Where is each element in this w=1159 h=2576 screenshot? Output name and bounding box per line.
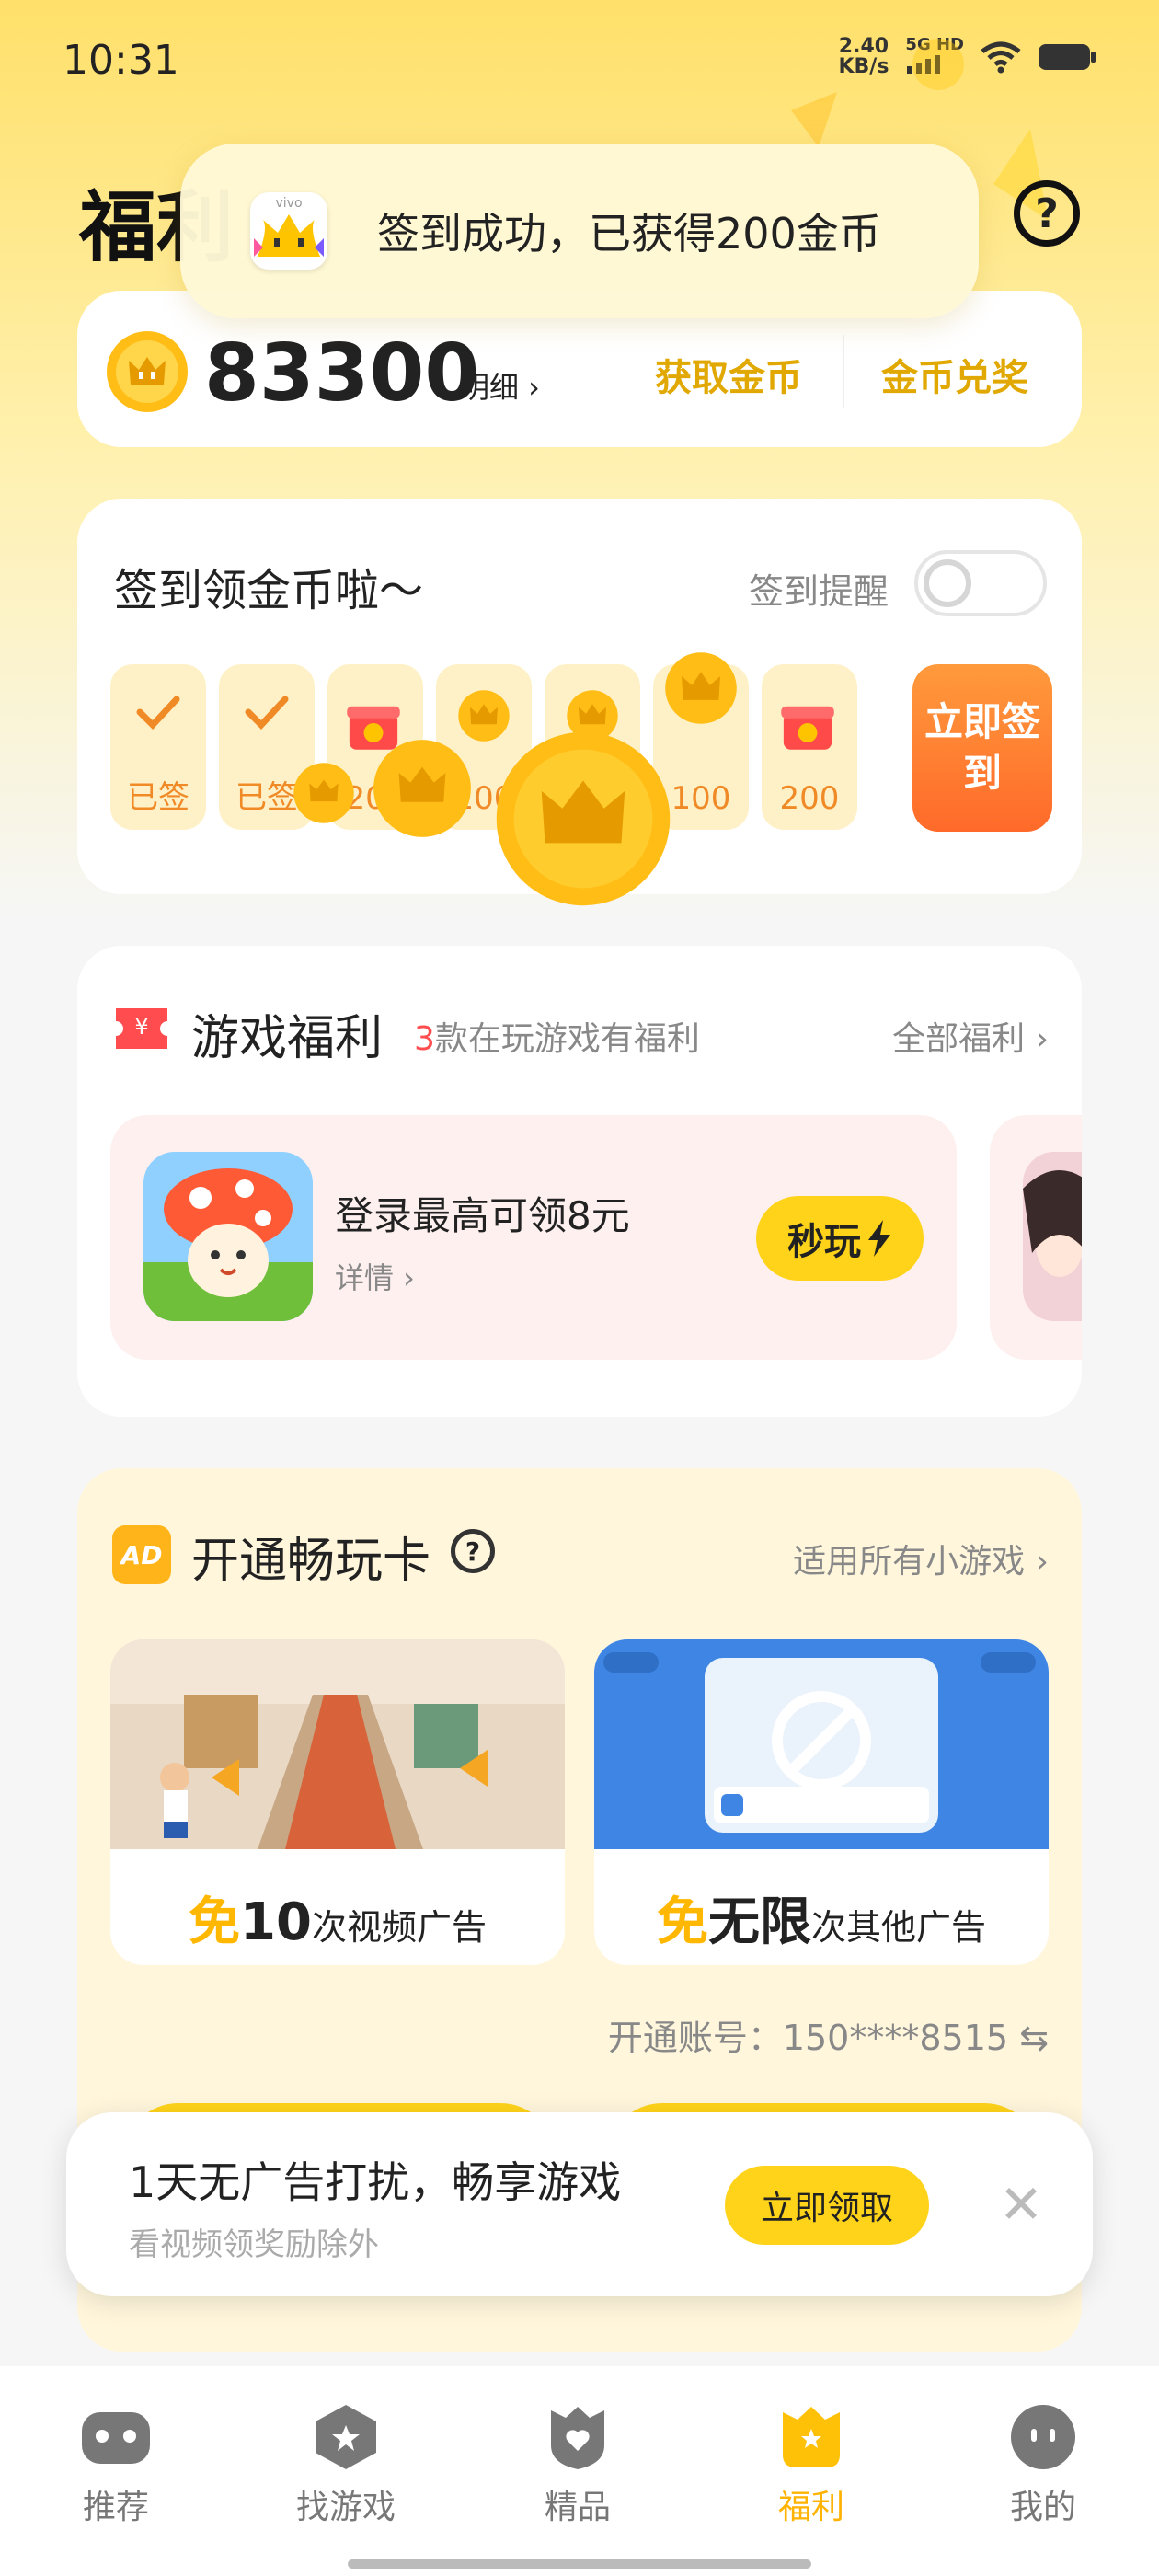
checkin-day-7: 200 xyxy=(762,664,857,830)
banner-title: 1天无广告打扰，畅享游戏 xyxy=(129,2157,622,2207)
star-hexagon-icon xyxy=(316,2405,376,2469)
svg-text:¥: ¥ xyxy=(134,1014,148,1040)
game-thumbnail xyxy=(143,1152,313,1321)
promo-title: 登录最高可领8元 xyxy=(335,1193,630,1238)
adfree-title: 开通畅玩卡 xyxy=(191,1534,431,1589)
checkin-title: 签到领金币啦～ xyxy=(114,565,424,616)
check-icon xyxy=(136,696,180,730)
redeem-coins-link[interactable]: 金币兑奖 xyxy=(881,348,1028,401)
flying-coin-icon xyxy=(496,731,671,906)
home-indicator[interactable] xyxy=(348,2559,811,2569)
help-icon[interactable]: ? xyxy=(451,1529,495,1573)
shield-heart-icon xyxy=(551,2407,604,2469)
promo-detail-link[interactable]: 详情 › xyxy=(335,1255,415,1297)
no-ads-illustration xyxy=(594,1639,1049,1849)
lightning-icon xyxy=(868,1220,890,1257)
face-icon xyxy=(1011,2405,1075,2469)
coin-icon xyxy=(665,652,737,724)
close-icon[interactable]: ✕ xyxy=(990,2173,1052,2236)
checkin-remind-label: 签到提醒 xyxy=(749,571,889,612)
help-icon[interactable]: ? xyxy=(1014,180,1080,247)
get-coins-link[interactable]: 获取金币 xyxy=(655,348,802,401)
toast-message: 签到成功，已获得200金币 xyxy=(377,209,881,259)
checkin-day-1: 已签 xyxy=(110,664,206,830)
check-icon xyxy=(245,696,289,730)
ticket-icon: ¥ xyxy=(116,1008,167,1049)
status-time: 10:31 xyxy=(63,37,179,84)
benefit-video-ads: 免10次视频广告 xyxy=(110,1639,565,1965)
gamepad-icon xyxy=(82,2412,150,2464)
gift-icon xyxy=(781,706,834,750)
claim-now-button[interactable]: 立即领取 xyxy=(725,2166,929,2245)
flying-coin-icon xyxy=(373,740,471,837)
bottom-nav: 推荐 找游戏 精品 福利 我的 xyxy=(0,2366,1159,2576)
benefit-other-ads: 免无限次其他广告 xyxy=(594,1639,1049,1965)
runner-game-illustration xyxy=(110,1639,565,1849)
checkin-remind-toggle[interactable] xyxy=(914,550,1047,616)
game-promo-card[interactable]: 登录最高可领8元 详情 › 秒玩 xyxy=(110,1115,957,1360)
checkin-success-toast: vivo 签到成功，已获得200金币 xyxy=(180,144,979,318)
nav-item-welfare[interactable]: 福利 xyxy=(738,2403,885,2528)
account-switch[interactable]: 开通账号：150****8515 ⇆ xyxy=(608,2009,1049,2060)
game-promo-card-2[interactable] xyxy=(990,1115,1082,1360)
coin-detail-link[interactable]: 明细 › xyxy=(460,364,540,407)
checkin-now-button[interactable]: 立即签到 xyxy=(912,664,1052,832)
game-thumbnail xyxy=(1023,1152,1082,1321)
nav-item-featured[interactable]: 精品 xyxy=(504,2403,651,2528)
banner-subtitle: 看视频领奖励除外 xyxy=(129,2226,379,2263)
nav-item-find-games[interactable]: 找游戏 xyxy=(272,2403,419,2528)
game-welfare-card: ¥ 游戏福利 3款在玩游戏有福利 全部福利 › 登录最高可领8元 详情 › 秒玩 xyxy=(77,946,1082,1417)
divider xyxy=(843,335,844,408)
game-welfare-title: 游戏福利 xyxy=(191,1011,384,1066)
checkin-card: 签到领金币啦～ 签到提醒 已签 已签 200 100 100 100 200 立… xyxy=(77,499,1082,906)
app-icon: vivo xyxy=(250,192,327,270)
instant-play-button[interactable]: 秒玩 xyxy=(756,1196,924,1281)
gift-crown-icon xyxy=(783,2407,840,2467)
ad-logo-icon: AD xyxy=(112,1525,171,1584)
flying-coin-icon xyxy=(293,763,354,823)
game-welfare-subtitle: 3款在玩游戏有福利 xyxy=(414,1020,700,1058)
coin-icon xyxy=(107,331,188,412)
applicable-games-link[interactable]: 适用所有小游戏 › xyxy=(793,1535,1049,1582)
all-welfare-link[interactable]: 全部福利 › xyxy=(892,1012,1049,1060)
coin-total: 83300 xyxy=(204,328,480,420)
toggle-knob xyxy=(924,559,971,607)
nav-item-recommend[interactable]: 推荐 xyxy=(42,2403,189,2528)
adfree-trial-banner: 1天无广告打扰，畅享游戏 看视频领奖励除外 立即领取 ✕ xyxy=(66,2112,1093,2296)
nav-item-me[interactable]: 我的 xyxy=(970,2403,1117,2528)
